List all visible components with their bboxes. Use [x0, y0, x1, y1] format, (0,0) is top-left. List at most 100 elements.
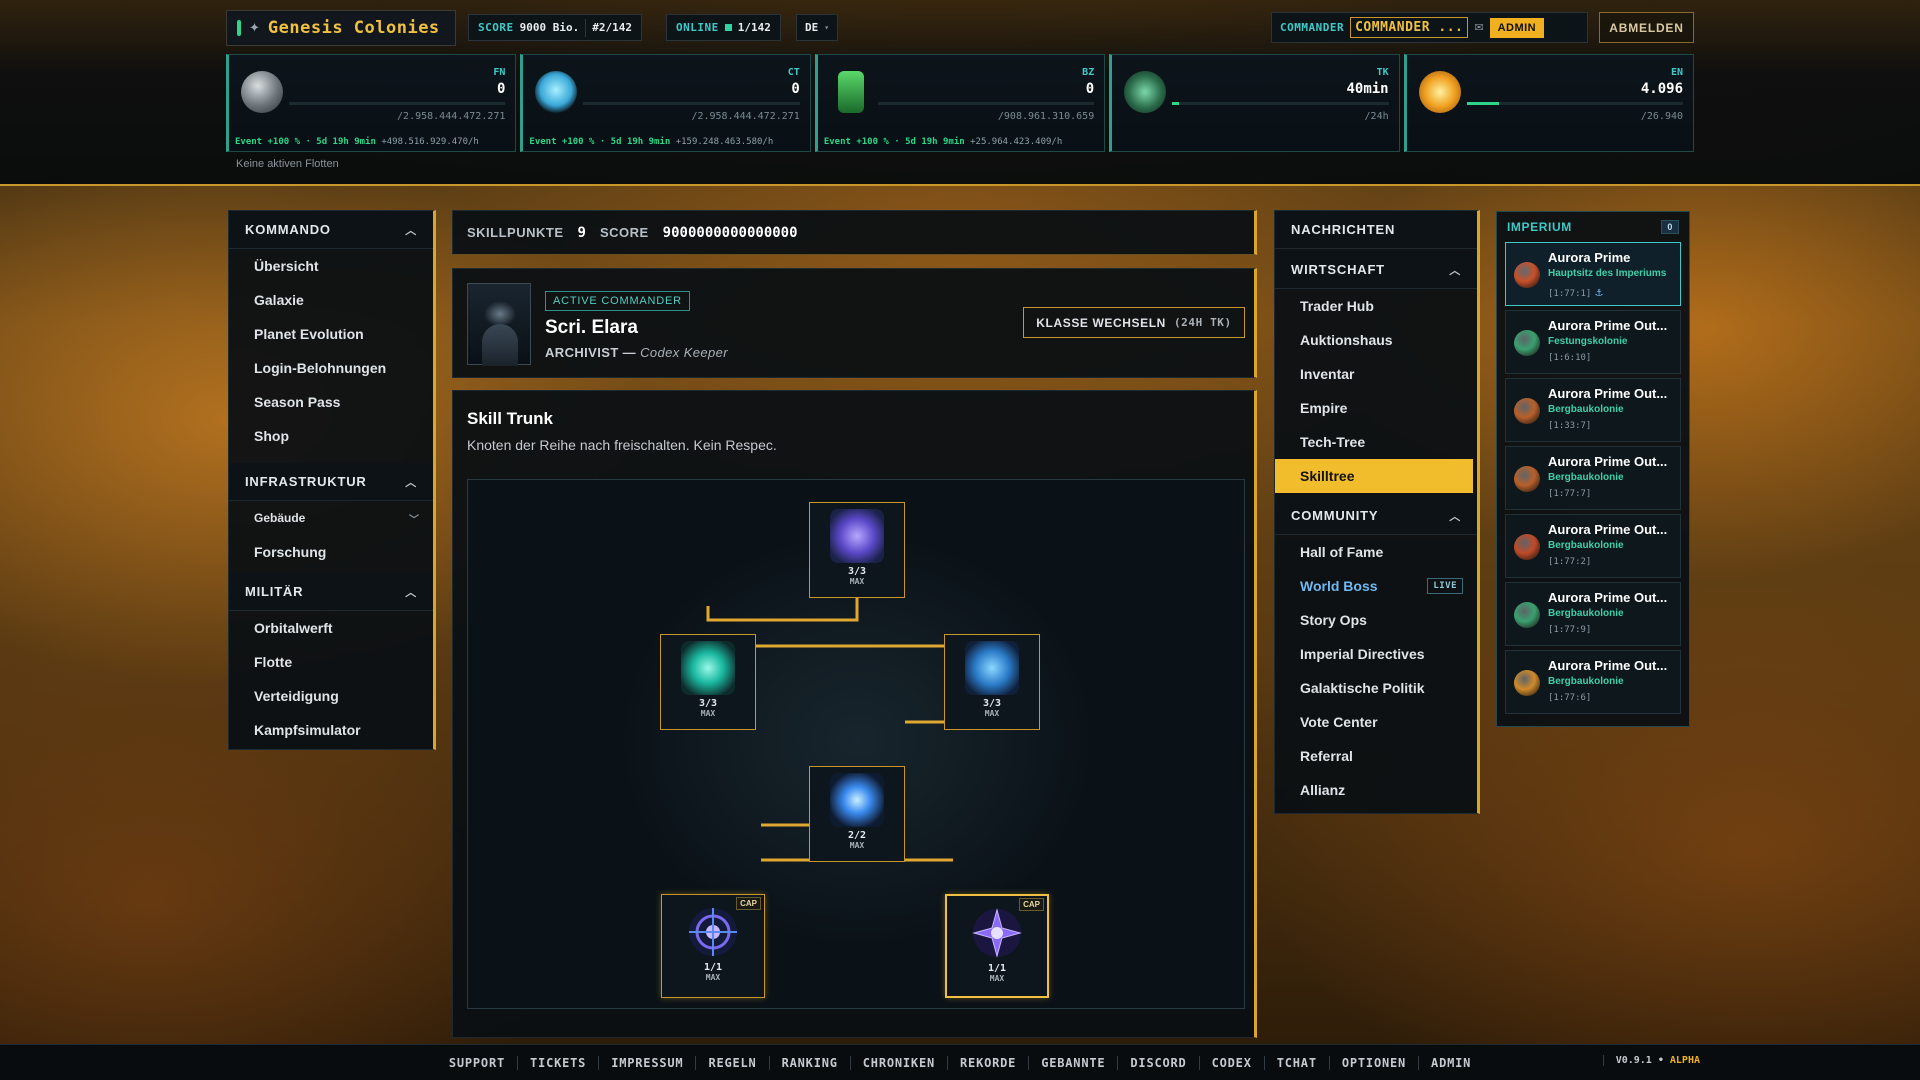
planet-coords: [1:33:7]: [1548, 421, 1592, 431]
footer-links: SUPPORT TICKETS IMPRESSUM REGELN RANKING CHRO…: [437, 1055, 1483, 1070]
resource-ct[interactable]: CT 0 /2.958.444.472.271 Event +100 % · 5…: [520, 54, 811, 152]
footer-link-impressum[interactable]: IMPRESSUM: [599, 1055, 697, 1070]
nav-section-community[interactable]: COMMUNITY ︿: [1275, 497, 1477, 535]
online-pill: ONLINE 1/142: [666, 14, 781, 41]
nav-item-allianz[interactable]: Allianz: [1275, 773, 1477, 807]
nav-item-uebersicht[interactable]: Übersicht: [229, 249, 433, 283]
nav-item-skilltree[interactable]: Skilltree: [1275, 459, 1473, 493]
alien-emblem-icon: [1124, 71, 1167, 113]
rocket-icon: ✦: [249, 20, 260, 35]
section-title: COMMUNITY: [1291, 508, 1379, 523]
planet-item[interactable]: Aurora Prime Out... Festungskolonie [1:6…: [1505, 310, 1681, 374]
score-label: SCORE: [478, 21, 514, 34]
nav-item-referral[interactable]: Referral: [1275, 739, 1477, 773]
section-title: NACHRICHTEN: [1291, 222, 1396, 237]
production-rate: +25.964.423.409/h: [970, 137, 1063, 147]
nav-item-kampfsimulator[interactable]: Kampfsimulator: [229, 713, 433, 747]
planet-item[interactable]: Aurora Prime Out... Bergbaukolonie [1:77…: [1505, 514, 1681, 578]
nav-item-gebaeude[interactable]: Gebäude ﹀: [229, 501, 433, 535]
skill-node-6[interactable]: CAP 1/1 MAX: [945, 894, 1049, 998]
planet-coords: [1:77:7]: [1548, 489, 1592, 499]
status-indicator: [237, 20, 241, 36]
nav-item-forschung[interactable]: Forschung: [229, 535, 433, 569]
nav-item-inventar[interactable]: Inventar: [1275, 357, 1477, 391]
nav-item-imperial-directives[interactable]: Imperial Directives: [1275, 637, 1477, 671]
nav-section-kommando[interactable]: KOMMANDO ︿: [229, 211, 433, 249]
footer-link-admin[interactable]: ADMIN: [1419, 1056, 1483, 1070]
skill-level: 3/3: [847, 566, 867, 577]
nav-item-galaktische-politik[interactable]: Galaktische Politik: [1275, 671, 1477, 705]
nav-item-galaxie[interactable]: Galaxie: [229, 283, 433, 317]
nav-item-season-pass[interactable]: Season Pass: [229, 385, 433, 419]
online-dot-icon: [724, 24, 732, 31]
nav-section-wirtschaft[interactable]: WIRTSCHAFT ︿: [1275, 251, 1477, 289]
footer-link-support[interactable]: SUPPORT: [437, 1055, 519, 1070]
resource-bz[interactable]: BZ 0 /908.961.310.659 Event +100 % · 5d …: [814, 54, 1106, 152]
nav-item-story-ops[interactable]: Story Ops: [1275, 603, 1477, 637]
resource-en[interactable]: EN 4.096 /26.940: [1403, 54, 1695, 152]
nav-section-infrastruktur[interactable]: INFRASTRUKTUR ︿: [229, 463, 433, 501]
resource-progress: [1466, 102, 1684, 105]
planet-coords: [1:77:9]: [1548, 625, 1592, 635]
planet-name: Aurora Prime Out...: [1548, 658, 1668, 673]
footer-link-regeln[interactable]: REGELN: [696, 1055, 770, 1070]
resource-progress: [877, 102, 1095, 105]
skill-node-1[interactable]: 3/3 MAX: [809, 502, 905, 598]
skill-trunk-title: Skill Trunk: [467, 409, 553, 428]
production-rate: +159.248.463.580/h: [675, 137, 774, 147]
resource-code: EN: [1670, 67, 1684, 78]
footer-link-chroniken[interactable]: CHRONIKEN: [851, 1055, 949, 1070]
nav-item-flotte[interactable]: Flotte: [229, 645, 433, 679]
footer-link-codex[interactable]: CODEX: [1200, 1055, 1265, 1070]
footer-link-optionen[interactable]: OPTIONEN: [1330, 1055, 1420, 1070]
nav-item-auktionshaus[interactable]: Auktionshaus: [1275, 323, 1477, 357]
commander-name[interactable]: COMMANDER ...: [1350, 17, 1469, 38]
language-select[interactable]: DE ▾: [796, 14, 839, 41]
footer-link-ranking[interactable]: RANKING: [770, 1055, 851, 1070]
nav-item-orbitalwerft[interactable]: Orbitalwerft: [229, 611, 433, 645]
skill-node-4[interactable]: 2/2 MAX: [809, 766, 905, 862]
skill-node-2[interactable]: 3/3 MAX: [660, 634, 756, 730]
crystal-icon: [535, 71, 578, 113]
brand-logo[interactable]: ✦ Genesis Colonies: [226, 10, 456, 46]
skill-max: MAX: [849, 577, 865, 586]
resource-code: TK: [1376, 67, 1389, 78]
nav-item-tech-tree[interactable]: Tech-Tree: [1275, 425, 1477, 459]
commander-label: COMMANDER: [1280, 21, 1345, 34]
admin-badge[interactable]: ADMIN: [1489, 17, 1545, 38]
logout-button[interactable]: ABMELDEN: [1599, 12, 1694, 43]
skill-node-3[interactable]: 3/3 MAX: [944, 634, 1040, 730]
planet-type: Bergbaukolonie: [1548, 540, 1624, 551]
score-value: 9000000000000000: [662, 224, 798, 241]
score-label: SCORE: [599, 225, 649, 240]
nav-item-planet-evolution[interactable]: Planet Evolution: [229, 317, 433, 351]
footer-link-discord[interactable]: DISCORD: [1118, 1055, 1200, 1070]
nav-item-login-rewards[interactable]: Login-Belohnungen: [229, 351, 433, 385]
nav-messages[interactable]: NACHRICHTEN: [1275, 211, 1477, 249]
nav-item-verteidigung[interactable]: Verteidigung: [229, 679, 433, 713]
event-text: Event +100 % · 5d 19h 9min: [823, 137, 965, 147]
nav-item-trader-hub[interactable]: Trader Hub: [1275, 289, 1477, 323]
nav-item-world-boss[interactable]: World Boss LIVE: [1275, 569, 1477, 603]
nav-item-vote-center[interactable]: Vote Center: [1275, 705, 1477, 739]
nav-section-militaer[interactable]: MILITÄR ︿: [229, 573, 433, 611]
footer-link-gebannte[interactable]: GEBANNTE: [1029, 1055, 1119, 1070]
nav-item-shop[interactable]: Shop: [229, 419, 433, 453]
planet-item[interactable]: Aurora Prime Out... Bergbaukolonie [1:77…: [1505, 446, 1681, 510]
nav-item-empire[interactable]: Empire: [1275, 391, 1477, 425]
message-icon[interactable]: ✉: [1474, 21, 1483, 34]
resource-tk[interactable]: TK 40min /24h: [1109, 54, 1400, 152]
nav-item-hall-of-fame[interactable]: Hall of Fame: [1275, 535, 1477, 569]
footer-link-tickets[interactable]: TICKETS: [518, 1055, 600, 1070]
live-badge: LIVE: [1427, 578, 1463, 594]
planet-item[interactable]: Aurora Prime Out... Bergbaukolonie [1:77…: [1505, 582, 1681, 646]
footer-link-rekorde[interactable]: REKORDE: [948, 1055, 1030, 1070]
footer-link-tchat[interactable]: TCHAT: [1265, 1055, 1330, 1070]
skill-node-5[interactable]: CAP 1/1 MAX: [661, 894, 765, 998]
resource-fn[interactable]: FN 0 /2.958.444.472.271 Event +100 % · 5…: [226, 54, 517, 152]
switch-class-button[interactable]: KLASSE WECHSELN (24H TK): [1023, 307, 1245, 338]
planet-item[interactable]: Aurora Prime Out... Bergbaukolonie [1:33…: [1505, 378, 1681, 442]
planet-item[interactable]: Aurora Prime Out... Bergbaukolonie [1:77…: [1505, 650, 1681, 714]
planet-icon: [1514, 534, 1540, 560]
planet-item[interactable]: Aurora Prime Hauptsitz des Imperiums [1:…: [1505, 242, 1681, 306]
